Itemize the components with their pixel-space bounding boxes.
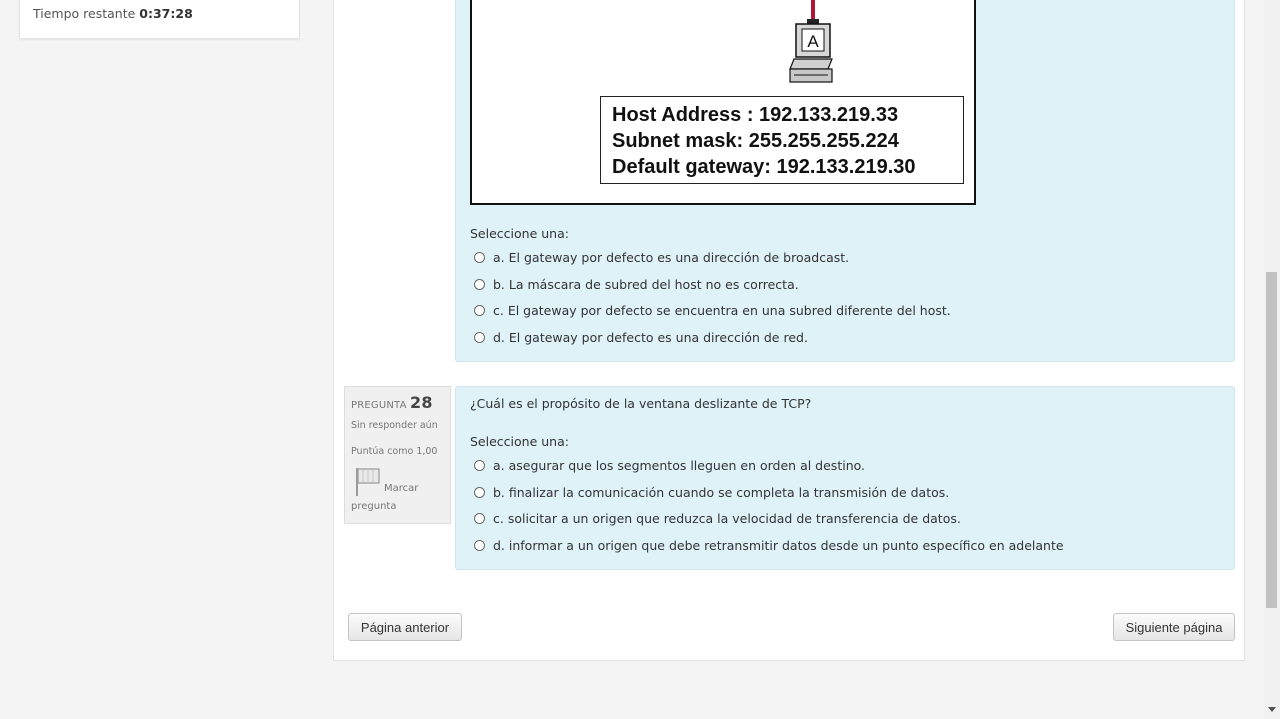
answer-option-b[interactable]: b. La máscara de subred del host no es c… <box>474 271 951 298</box>
timer-value: 0:37:28 <box>139 6 193 21</box>
option-label: d. El gateway por defecto es una direcci… <box>493 329 808 345</box>
scrollbar[interactable] <box>1264 0 1280 719</box>
question-28-content: ¿Cuál es el propósito de la ventana desl… <box>455 386 1235 570</box>
flag-question-label-2[interactable]: pregunta <box>351 501 396 512</box>
option-label: b. La máscara de subred del host no es c… <box>493 276 799 292</box>
radio-button[interactable] <box>474 305 485 317</box>
option-label: b. finalizar la comunicación cuando se c… <box>493 484 950 500</box>
option-label: c. solicitar a un origen que reduzca la … <box>493 511 961 527</box>
timer-block: Tiempo restante 0:37:28 <box>19 0 300 39</box>
radio-button[interactable] <box>474 251 485 263</box>
previous-page-button[interactable]: Página anterior <box>348 613 462 641</box>
radio-button[interactable] <box>474 486 485 498</box>
radio-button[interactable] <box>474 539 485 551</box>
radio-button[interactable] <box>474 331 485 343</box>
answer-option-a[interactable]: a. El gateway por defecto es una direcci… <box>474 244 951 271</box>
timer-text: Tiempo restante 0:37:28 <box>33 6 193 21</box>
question-number-label: PREGUNTA <box>351 400 407 411</box>
timer-label: Tiempo restante <box>33 6 136 21</box>
option-label: a. asegurar que los segmentos lleguen en… <box>493 457 866 473</box>
question-grade: Puntúa como 1,00 <box>351 446 438 457</box>
option-label: d. informar a un origen que debe retrans… <box>493 537 1064 553</box>
host-info-box: Host Address : 192.133.219.33 Subnet mas… <box>600 96 964 184</box>
subnet-mask-text: Subnet mask: 255.255.255.224 <box>612 130 899 152</box>
answer-option-c[interactable]: c. El gateway por defecto se encuentra e… <box>474 297 951 324</box>
question-number: PREGUNTA 28 <box>351 393 433 412</box>
host-computer-icon: A <box>789 0 833 83</box>
question-28-info: PREGUNTA 28 Sin responder aún Puntúa com… <box>344 386 451 524</box>
default-gateway-text: Default gateway: 192.133.219.30 <box>612 156 916 178</box>
answer-options: a. El gateway por defecto es una direcci… <box>474 244 951 351</box>
answer-option-a[interactable]: a. asegurar que los segmentos lleguen en… <box>474 452 1064 479</box>
radio-button[interactable] <box>474 278 485 290</box>
answer-option-b[interactable]: b. finalizar la comunicación cuando se c… <box>474 479 1064 506</box>
option-label: a. El gateway por defecto es una direcci… <box>493 249 850 265</box>
option-label: c. El gateway por defecto se encuentra e… <box>493 303 951 319</box>
answer-option-d[interactable]: d. El gateway por defecto es una direcci… <box>474 324 951 351</box>
scrollbar-thumb[interactable] <box>1266 272 1277 608</box>
radio-button[interactable] <box>474 513 485 525</box>
host-label: A <box>807 32 819 51</box>
answer-options: a. asegurar que los segmentos lleguen en… <box>474 452 1064 559</box>
next-page-button[interactable]: Siguiente página <box>1113 613 1235 641</box>
answer-option-c[interactable]: c. solicitar a un origen que reduzca la … <box>474 505 1064 532</box>
flag-icon[interactable] <box>355 467 381 497</box>
answer-option-d[interactable]: d. informar a un origen que debe retrans… <box>474 532 1064 559</box>
scroll-down-arrow-icon[interactable] <box>1268 707 1276 712</box>
question-number-value: 28 <box>410 393 433 412</box>
question-27-content: A Host Address : 192.133.219.33 Subnet m… <box>455 0 1235 362</box>
flag-question-label[interactable]: Marcar <box>384 483 418 494</box>
select-one-prompt: Seleccione una: <box>470 226 569 241</box>
select-one-prompt: Seleccione una: <box>470 434 569 449</box>
network-diagram: A Host Address : 192.133.219.33 Subnet m… <box>470 0 976 205</box>
radio-button[interactable] <box>474 459 485 471</box>
question-state: Sin responder aún <box>351 420 438 431</box>
question-text: ¿Cuál es el propósito de la ventana desl… <box>470 396 812 411</box>
host-address-text: Host Address : 192.133.219.33 <box>612 104 899 126</box>
